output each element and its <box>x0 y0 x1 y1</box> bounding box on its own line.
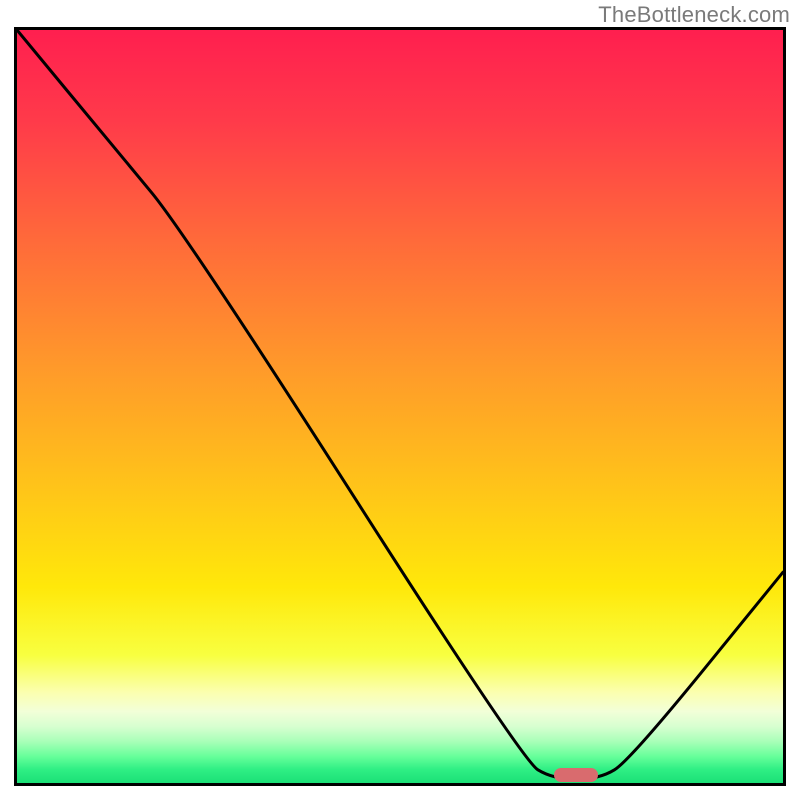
chart-stage: TheBottleneck.com <box>0 0 800 800</box>
bottleneck-curve <box>17 30 783 783</box>
watermark-text: TheBottleneck.com <box>598 2 790 28</box>
plot-frame <box>14 27 786 786</box>
bottleneck-curve-path <box>17 30 783 779</box>
optimal-marker <box>554 768 598 782</box>
